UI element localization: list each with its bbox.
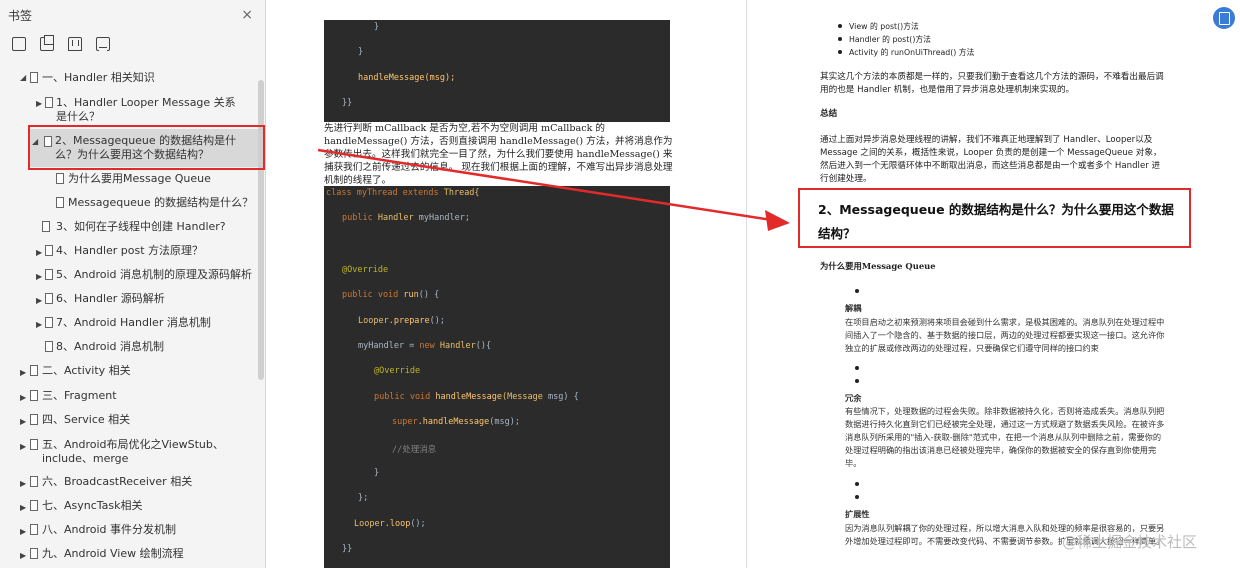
pdf-viewer: 书签 × ◢ 一、Handler 相关知识 ▶ 1、Handler Looper… xyxy=(0,0,1240,568)
annotation-arrow xyxy=(317,148,790,231)
